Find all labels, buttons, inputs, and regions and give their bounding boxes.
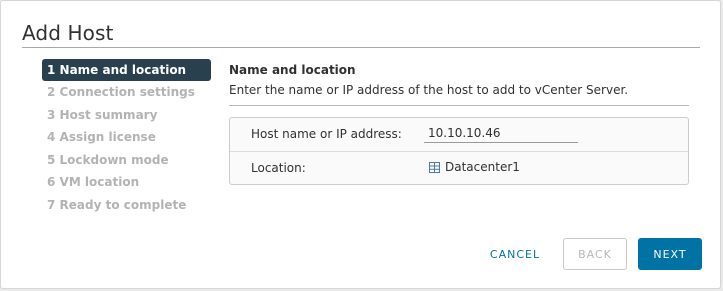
step-assign-license: 4 Assign license (47, 130, 156, 144)
step-content: Name and location Enter the name or IP a… (229, 63, 689, 106)
host-name-row: Host name or IP address: (230, 118, 688, 151)
step-vm-location: 6 VM location (47, 175, 140, 189)
step-lockdown-mode: 5 Lockdown mode (47, 152, 169, 167)
step-name-and-location[interactable]: 1 Name and location (42, 59, 211, 81)
location-label: Location: (251, 161, 306, 175)
location-text: Datacenter1 (445, 160, 520, 174)
back-button[interactable]: BACK (563, 238, 627, 270)
host-name-label: Host name or IP address: (251, 127, 402, 141)
pane-divider (229, 105, 689, 106)
cancel-button[interactable]: CANCEL (476, 238, 554, 270)
add-host-dialog: Add Host 1 Name and location 2 Connectio… (0, 0, 721, 289)
datacenter-icon (429, 161, 440, 173)
host-form: Host name or IP address: Location: Datac… (229, 117, 689, 185)
wizard-steps: 1 Name and location 2 Connection setting… (42, 59, 211, 216)
pane-heading: Name and location (229, 63, 356, 77)
location-value[interactable]: Datacenter1 (428, 160, 520, 174)
step-host-summary: 3 Host summary (47, 107, 158, 122)
dialog-title: Add Host (22, 21, 114, 45)
step-connection-settings: 2 Connection settings (47, 85, 195, 99)
title-divider (22, 47, 700, 48)
step-ready-to-complete: 7 Ready to complete (47, 197, 187, 212)
next-button[interactable]: NEXT (638, 238, 702, 270)
location-row: Location: Datacenter1 (230, 151, 688, 185)
host-name-input[interactable] (424, 123, 578, 143)
pane-description: Enter the name or IP address of the host… (229, 83, 629, 97)
